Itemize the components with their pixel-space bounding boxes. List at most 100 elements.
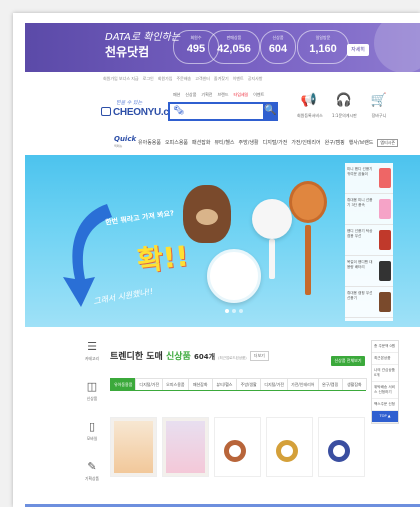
tape-roll-image [224,440,246,462]
keyword-link[interactable]: 신상품 [185,92,196,98]
headset-icon: 🎧 [335,93,353,108]
consignment-link[interactable]: 위탁배송 서비스 신청하기 [372,382,398,399]
search-bar[interactable]: 🗞 🔍 [168,102,278,121]
hero-product-item[interactable]: 휴대용 미니 선풍기 3단 풍속 [345,194,393,225]
nav-item[interactable]: 행사/브랜드 [349,139,374,147]
product-card[interactable] [162,417,209,477]
top-link[interactable]: 공지사항 [248,76,263,83]
keyword-link[interactable]: 이벤트 [253,92,264,98]
carousel-dots[interactable] [225,309,243,313]
wishlist-link[interactable]: 나의 관심상품 0개 [372,365,398,382]
nav-item-boxed[interactable]: 엠티시즌 [377,139,399,147]
product-thumbnail [379,292,391,312]
product-thumbnail [379,261,391,281]
keyword-link-hot[interactable]: 타임세일 [234,92,249,98]
section-title: 트렌디한 도매 신상품 604개 (최근업로드된상품) 더보기 [110,349,269,362]
product-card[interactable] [318,417,365,477]
sidebar-item-new[interactable]: ◫ 신상품 [79,380,105,420]
tab[interactable]: 오피스용품 [162,378,189,390]
orange-fan-image [289,181,327,223]
scroll-top-button[interactable]: TOP ▲ [372,411,398,423]
keyword-link[interactable]: 패션 [173,92,180,98]
tab[interactable]: 생활잡화 [341,378,367,390]
product-thumbnail [379,199,391,219]
recent-products-link[interactable]: 최근본상품 [372,353,398,365]
hero-product-item[interactable]: 핸디 선풍기 탁상 겸용 무선 [345,225,393,256]
right-sidebar: 총 주문액 0원 최근본상품 나의 관심상품 0개 위탁배송 서비스 신청하기 … [371,340,399,424]
tab-active[interactable]: 유아동용품 [110,378,137,390]
logo-tagline: 믿을 수 있는 [116,100,143,106]
sidebar-item-category[interactable]: ☰ 카테고리 [79,340,105,380]
top-links: 회원가입 보너스 지급 로그인 회원가입 주문배송 고객센터 즐겨찾기 이벤트 … [103,76,420,83]
top-link[interactable]: 회원가입 [158,76,173,83]
product-image [114,421,153,473]
carousel-dot[interactable] [232,309,236,313]
stats-more-button[interactable]: 자세히 [347,44,369,56]
tab[interactable]: 뷰티/헬스 [211,378,238,390]
page-frame: DATA로 확인하는 천유닷컴 회원수 495 판매상품 42,056 신상품 … [13,13,420,507]
banner-tagline: DATA로 확인하는 천유닷컴 [105,32,181,59]
hero-headline: 확!! [135,239,191,278]
tab[interactable]: 디지털/가전 [135,378,164,390]
tape-roll-image [328,440,350,462]
handheld-fan-image [252,199,292,239]
hero-product-item[interactable]: 휴대용 캠핑 무선 선풍기 [345,287,393,318]
cart-total: 총 주문액 0원 [372,341,398,353]
left-sidebar: ☰ 카테고리 ◫ 신상품 ▯ 모바일 ✎ 기획상품 [79,340,105,500]
white-fan-image [207,249,261,303]
nav-item[interactable]: 패션잡화 [192,139,210,147]
hero-banner[interactable]: 한번 뭐라고 가져 봐요? 확!! 그래서 시원했나!! 미니 핸디 선풍기 귀… [25,155,420,327]
product-tabs: 유아동용품 디지털/가전 오피스용품 패션잡화 뷰티/헬스 주방/생활 디지털/… [110,378,367,391]
keyword-link[interactable]: 기획전 [201,92,212,98]
tab[interactable]: 주방/생활 [236,378,262,390]
nav-item[interactable]: 디지털/가전 [263,139,288,147]
product-card[interactable] [266,417,313,477]
search-category-icon[interactable]: 🗞 [173,106,184,116]
top-link[interactable]: 주문배송 [176,76,191,83]
hero-product-item[interactable]: 목걸이 핸디팬 대용량 배터리 [345,256,393,287]
hero-product-item[interactable]: 미니 핸디 선풍기 귀여운 곰돌이 [345,163,393,194]
fax-order-link[interactable]: 팩스주문 신청 [372,399,398,411]
top-link[interactable]: 고객센터 [195,76,210,83]
phone-icon: ▯ [88,420,96,433]
fan-handle [305,225,311,295]
top-link[interactable]: 회원가입 보너스 지급 [103,76,139,83]
header-support-button[interactable]: 🎧 1:1문의게시판 [332,93,357,119]
cart-icon: 🛒 [370,93,388,108]
nav-item[interactable]: 가전/인테리어 [291,139,320,147]
product-card[interactable] [110,417,157,477]
stat-daily-visits: 일일방문 1,160 [297,30,349,64]
tab[interactable]: 패션잡화 [187,378,213,390]
nav-item[interactable]: 주방/생활 [239,139,259,147]
product-thumbnail [379,168,391,188]
category-nav: Quick 퀵메뉴 유아동용품 오피스용품 패션잡화 뷰티/헬스 주방/생활 디… [25,135,420,151]
product-card[interactable] [214,417,261,477]
nav-item[interactable]: 오피스용품 [165,139,188,147]
quick-menu-button[interactable]: Quick 퀵메뉴 [114,136,136,150]
section-more-button[interactable]: 더보기 [249,351,269,361]
view-all-new-button[interactable]: 신상품 전체보기 [331,356,365,366]
tape-roll-image [276,440,298,462]
sidebar-item-planned[interactable]: ✎ 기획상품 [79,460,105,500]
stat-products: 판매상품 42,056 [208,30,260,64]
stats-banner[interactable]: DATA로 확인하는 천유닷컴 회원수 495 판매상품 42,056 신상품 … [25,23,420,72]
tab[interactable]: 가전/인테리어 [287,378,319,390]
header-notice-button[interactable]: 📢 회원등록서비스 [297,93,323,119]
note-icon: ✎ [87,460,97,473]
stat-new-products: 신상품 604 [260,30,296,64]
sidebar-item-mobile[interactable]: ▯ 모바일 [79,420,105,460]
keyword-link[interactable]: 브랜드 [217,92,228,98]
carousel-dot[interactable] [239,309,243,313]
nav-item[interactable]: 완구/캠핑 [325,139,345,147]
search-button[interactable]: 🔍 [263,102,278,121]
header-cart-button[interactable]: 🛒 장바구니 [367,93,391,119]
top-link[interactable]: 즐겨찾기 [214,76,229,83]
nav-item[interactable]: 유아동용품 [138,139,161,147]
top-link[interactable]: 이벤트 [233,76,244,83]
nav-item[interactable]: 뷰티/헬스 [214,139,234,147]
megaphone-icon: 📢 [300,93,318,108]
tab[interactable]: 디지털/가전 [260,378,289,390]
carousel-dot[interactable] [225,309,229,313]
top-link[interactable]: 로그인 [143,76,154,83]
tab[interactable]: 완구/캠핑 [317,378,343,390]
